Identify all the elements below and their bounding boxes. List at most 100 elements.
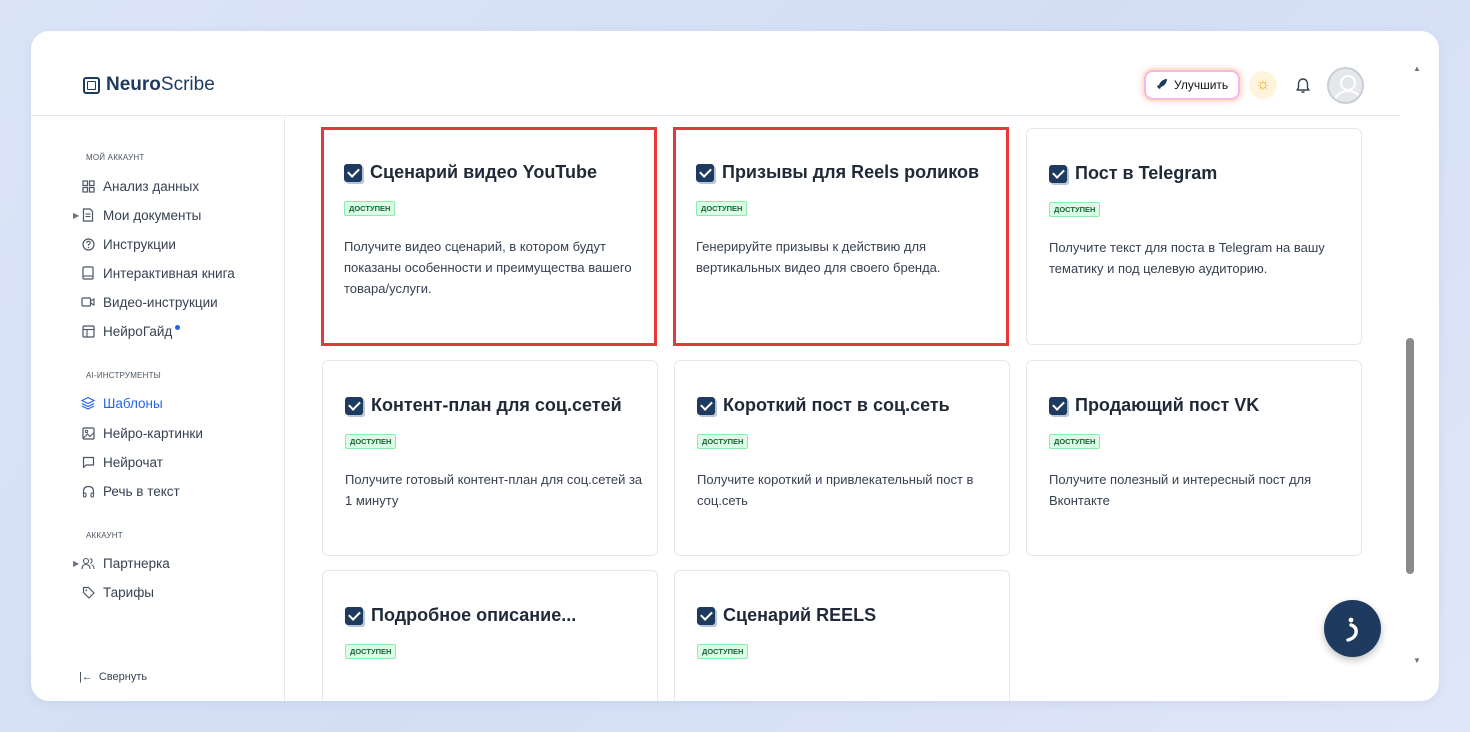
section-title-my-account: МОЙ АККАУНТ xyxy=(86,153,145,162)
sidebar-item-label: Тарифы xyxy=(103,584,155,600)
status-badge: ДОСТУПЕН xyxy=(345,434,397,449)
scroll-up-arrow-icon[interactable]: ▲ xyxy=(1413,64,1421,73)
sun-icon: ☼ xyxy=(1255,76,1271,93)
card-description: Получите полезный и интересный пост для … xyxy=(1049,472,1312,508)
status-badge: ДОСТУПЕН xyxy=(697,434,749,449)
card-description: Получите видео сценарий, в котором будут… xyxy=(344,239,632,296)
card-title: Сценарий REELS xyxy=(697,605,876,626)
sidebar-item-my-documents[interactable]: ▶ Мои документы xyxy=(73,205,202,225)
status-badge: ДОСТУПЕН xyxy=(345,644,397,659)
sidebar-item-label: Интерактивная книга xyxy=(103,265,235,281)
status-badge: ДОСТУПЕН xyxy=(697,644,749,659)
checkbox-icon xyxy=(345,606,363,625)
checkbox-icon xyxy=(1049,164,1067,183)
template-card[interactable]: Призывы для Reels роликов ДОСТУПЕН Генер… xyxy=(673,127,1009,346)
headphones-icon xyxy=(81,484,95,498)
notifications-button[interactable] xyxy=(1289,71,1317,99)
scrollbar-thumb[interactable] xyxy=(1406,338,1414,574)
video-icon xyxy=(81,295,95,309)
sidebar: МОЙ АККАУНТ Анализ данных ▶ Мои документ… xyxy=(31,117,285,701)
collapse-arrow-icon: |← xyxy=(79,671,93,683)
sidebar-item-tariffs[interactable]: Тарифы xyxy=(81,582,154,602)
template-card[interactable]: Пост в Telegram ДОСТУПЕН Получите текст … xyxy=(1026,128,1362,345)
status-badge: ДОСТУПЕН xyxy=(1049,202,1101,217)
card-description: Получите короткий и привлекательный пост… xyxy=(697,472,974,508)
chat-icon xyxy=(81,455,95,469)
grid-icon xyxy=(81,179,95,193)
card-title: Продающий пост VK xyxy=(1049,395,1259,416)
layout-icon xyxy=(81,324,95,338)
rocket-icon xyxy=(1156,78,1168,93)
document-icon xyxy=(81,208,95,222)
sidebar-item-instructions[interactable]: Инструкции xyxy=(81,234,176,254)
image-icon xyxy=(81,426,95,440)
checkbox-icon xyxy=(1049,396,1067,415)
card-title: Подробное описание... xyxy=(345,605,576,626)
sidebar-item-label: Речь в текст xyxy=(103,483,180,499)
sidebar-item-partnership[interactable]: ▶ Партнерка xyxy=(73,553,170,573)
layers-icon xyxy=(81,396,95,410)
sidebar-item-speech-to-text[interactable]: Речь в текст xyxy=(81,481,180,501)
checkbox-icon xyxy=(345,396,363,415)
checkbox-icon xyxy=(697,396,715,415)
card-title: Пост в Telegram xyxy=(1049,163,1217,184)
upgrade-button[interactable]: Улучшить xyxy=(1144,70,1241,100)
sidebar-item-label: Мои документы xyxy=(103,207,202,223)
template-card[interactable]: Контент-план для соц.сетей ДОСТУПЕН Полу… xyxy=(322,360,658,556)
template-card[interactable]: Короткий пост в соц.сеть ДОСТУПЕН Получи… xyxy=(674,360,1010,556)
sidebar-item-neuroguide[interactable]: НейроГайд xyxy=(81,321,181,341)
card-title: Короткий пост в соц.сеть xyxy=(697,395,950,416)
sidebar-item-label: Нейро-картинки xyxy=(103,425,203,441)
card-description: Получите готовый контент-план для соц.се… xyxy=(345,472,643,508)
status-badge: ДОСТУПЕН xyxy=(696,201,748,216)
tag-icon xyxy=(81,585,95,599)
theme-toggle-button[interactable]: ☼ xyxy=(1249,71,1277,99)
user-avatar[interactable] xyxy=(1327,67,1364,104)
status-badge: ДОСТУПЕН xyxy=(1049,434,1101,449)
users-icon xyxy=(81,556,95,570)
card-title: Призывы для Reels роликов xyxy=(696,162,979,183)
sidebar-item-label: НейроГайд xyxy=(103,323,173,339)
sidebar-item-label: Видео-инструкции xyxy=(103,294,218,310)
chat-logo-icon xyxy=(1345,617,1358,642)
checkbox-icon xyxy=(696,163,714,182)
sidebar-item-interactive-book[interactable]: Интерактивная книга xyxy=(81,263,235,283)
template-card[interactable]: Сценарий видео YouTube ДОСТУПЕН Получите… xyxy=(321,127,657,346)
app-window: NeuroScribe Улучшить ☼ МОЙ АККАУНТ Анали… xyxy=(31,31,1439,701)
new-indicator-dot xyxy=(175,324,181,330)
caret-right-icon[interactable]: ▶ xyxy=(73,211,79,220)
sidebar-item-label: Нейрочат xyxy=(103,454,163,470)
brand-logo[interactable]: NeuroScribe xyxy=(83,74,215,96)
checkbox-icon xyxy=(344,163,362,182)
collapse-sidebar-button[interactable]: |← Свернуть xyxy=(79,671,147,683)
card-description: Генерируйте призывы к действию для верти… xyxy=(696,239,941,275)
template-card[interactable]: Сценарий REELS ДОСТУПЕН xyxy=(674,570,1010,701)
sidebar-item-data-analysis[interactable]: Анализ данных xyxy=(81,176,199,196)
caret-right-icon[interactable]: ▶ xyxy=(73,559,79,568)
sidebar-item-label: Партнерка xyxy=(103,555,170,571)
vertical-scrollbar[interactable]: ▲ ▼ xyxy=(1400,56,1439,696)
bell-icon xyxy=(1296,77,1310,93)
template-card[interactable]: Подробное описание... ДОСТУПЕН xyxy=(322,570,658,701)
logo-icon xyxy=(83,76,100,94)
card-title: Контент-план для соц.сетей xyxy=(345,395,622,416)
sidebar-item-neurochat[interactable]: Нейрочат xyxy=(81,452,163,472)
book-icon xyxy=(81,266,95,280)
collapse-label: Свернуть xyxy=(98,671,148,683)
checkbox-icon xyxy=(697,606,715,625)
top-header: NeuroScribe Улучшить ☼ xyxy=(31,31,1400,116)
card-description: Получите текст для поста в Telegram на в… xyxy=(1049,240,1325,276)
card-title: Сценарий видео YouTube xyxy=(344,162,597,183)
sidebar-item-label: Анализ данных xyxy=(103,178,200,194)
support-chat-button[interactable] xyxy=(1324,600,1381,657)
template-card[interactable]: Продающий пост VK ДОСТУПЕН Получите поле… xyxy=(1026,360,1362,556)
sidebar-item-label: Инструкции xyxy=(103,236,176,252)
brand-name-rest: Scribe xyxy=(160,74,215,95)
sidebar-item-video-instructions[interactable]: Видео-инструкции xyxy=(81,292,218,312)
scroll-down-arrow-icon[interactable]: ▼ xyxy=(1413,656,1421,665)
question-icon xyxy=(81,237,95,251)
status-badge: ДОСТУПЕН xyxy=(344,201,396,216)
sidebar-item-templates[interactable]: Шаблоны xyxy=(81,393,163,413)
section-title-ai-tools: AI-ИНСТРУМЕНТЫ xyxy=(86,371,161,380)
sidebar-item-neuro-images[interactable]: Нейро-картинки xyxy=(81,423,203,443)
